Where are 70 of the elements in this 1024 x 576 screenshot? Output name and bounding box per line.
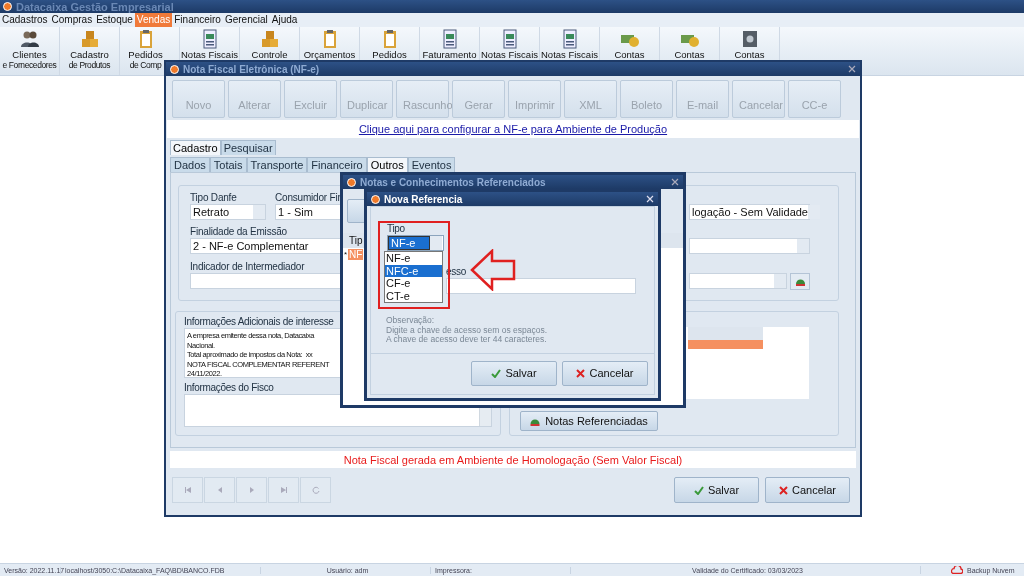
tab[interactable]: Financeiro <box>307 157 367 172</box>
cloud-icon <box>951 566 963 574</box>
environment-notice: Nota Fiscal gerada em Ambiente de Homologação (Sem Valor Fiscal) <box>170 451 856 468</box>
tab[interactable]: Totais <box>209 157 247 172</box>
field-label: Informações do Fisco <box>184 382 274 394</box>
menu-item[interactable]: Financeiro <box>172 13 223 27</box>
field-label: Tipo Danfe <box>190 192 237 204</box>
menu-item[interactable]: Gerencial <box>222 13 270 27</box>
cancel-button[interactable]: Cancelar <box>765 477 850 503</box>
dropdown[interactable] <box>689 238 810 255</box>
tab[interactable]: Dados <box>170 157 210 172</box>
arrow-icon <box>470 249 516 291</box>
refresh-button[interactable] <box>790 272 810 290</box>
toolbar-button[interactable]: Cadastro de Produtos <box>60 27 120 75</box>
field-label: Indicador de Intermediador <box>190 260 305 273</box>
input-field[interactable] <box>446 278 636 294</box>
dropdown[interactable]: NF-e <box>387 235 444 251</box>
cross-icon <box>576 368 586 378</box>
menu-item[interactable]: Estoque <box>94 13 135 27</box>
tab[interactable]: Outros <box>366 157 408 172</box>
dialog-title: Nova Referencia <box>384 193 463 205</box>
last-button[interactable] <box>268 477 299 503</box>
menu-item[interactable]: Cadastros <box>0 13 50 27</box>
check-icon <box>491 368 502 378</box>
dropdown-option[interactable]: CF-e <box>385 277 442 290</box>
check-icon <box>693 485 704 495</box>
menu-item[interactable]: Ajuda <box>269 13 300 27</box>
table-cell: NF <box>348 249 364 260</box>
close-icon[interactable] <box>671 178 679 186</box>
window-logo-icon <box>170 64 179 74</box>
people-icon <box>19 29 40 49</box>
column-header: Tip <box>348 235 363 246</box>
dropdown[interactable]: Retrato <box>190 204 266 220</box>
dropdown-option[interactable]: NF-e <box>385 252 442 265</box>
cross-icon <box>779 485 788 495</box>
field-label: Finalidade da Emissão <box>190 226 287 239</box>
field-label: Consumidor Fir <box>275 192 341 204</box>
refresh-icon <box>311 486 320 494</box>
referenced-notes-button[interactable]: Notas Referenciadas <box>519 411 658 431</box>
note-text: Observação: <box>386 316 435 326</box>
window-logo-icon <box>371 194 380 204</box>
dropdown-option[interactable]: CT-e <box>385 289 442 302</box>
first-icon <box>184 487 191 493</box>
first-button[interactable] <box>172 477 203 503</box>
tab[interactable]: Pesquisar <box>220 140 276 155</box>
window-title: Notas e Conhecimentos Referenciados <box>360 176 546 188</box>
previous-button[interactable] <box>204 477 235 503</box>
next-icon <box>248 487 255 493</box>
window-logo-icon <box>347 177 356 187</box>
previous-icon <box>216 487 223 493</box>
next-button[interactable] <box>236 477 267 503</box>
boxes-icon <box>259 29 280 49</box>
selected-row[interactable] <box>687 340 763 349</box>
field-label: Tipo <box>387 223 405 235</box>
tab[interactable]: Eventos <box>407 157 456 172</box>
toolbar-button[interactable]: Clientes e Fornecedores <box>0 27 60 75</box>
last-icon <box>280 487 287 493</box>
row-marker: * <box>343 250 348 259</box>
save-button[interactable]: Salvar <box>471 360 557 386</box>
boxes-icon <box>79 29 100 49</box>
close-icon[interactable] <box>848 65 856 73</box>
dropdown-option[interactable]: NFC-e <box>385 264 442 277</box>
window-title: Datacaixa Gestão Empresarial <box>16 0 174 13</box>
tab[interactable]: Transporte <box>246 157 308 172</box>
tab[interactable]: Cadastro <box>170 140 221 155</box>
menu-item[interactable]: Compras <box>49 13 95 27</box>
save-button[interactable]: Salvar <box>674 477 759 503</box>
cancel-button[interactable]: Cancelar <box>562 360 648 386</box>
app-logo-icon <box>3 2 12 11</box>
field-label: Informações Adicionais de interesse <box>184 316 334 328</box>
